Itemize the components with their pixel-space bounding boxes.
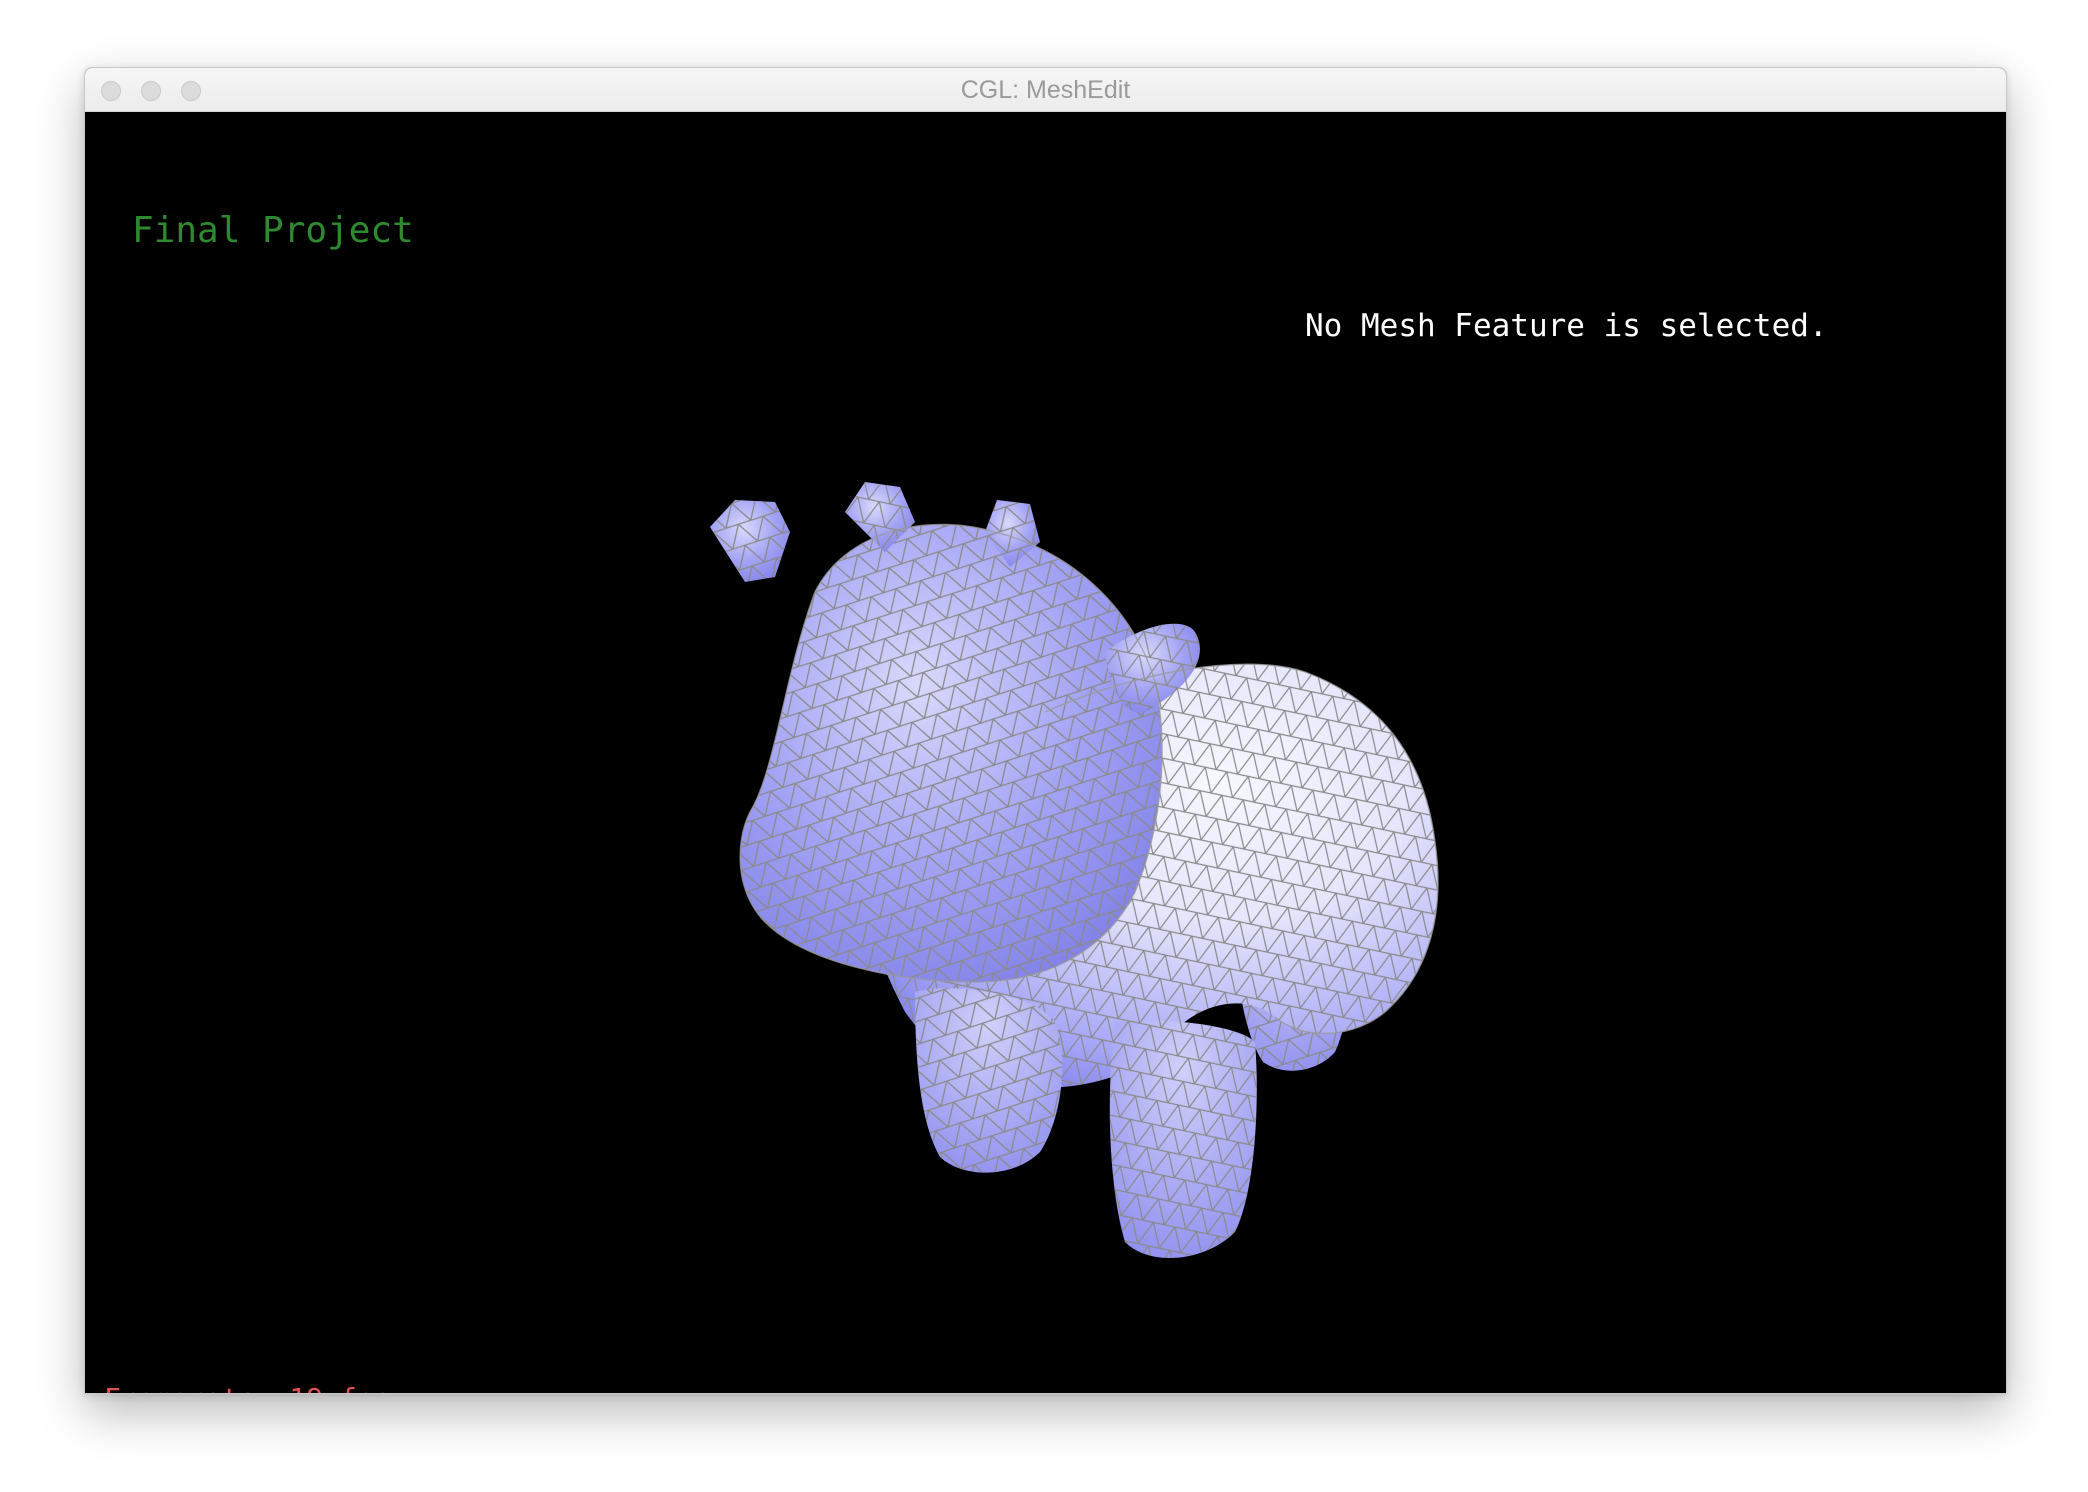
front-leg-left [915, 988, 1063, 1173]
front-leg-right [1109, 1020, 1257, 1259]
window-title: CGL: MeshEdit [960, 76, 1131, 104]
cow-head [740, 524, 1163, 982]
project-title: Final Project [132, 210, 414, 251]
selection-status: No Mesh Feature is selected. [1305, 308, 1828, 344]
framerate-counter: Framerate: 19 fps [104, 1382, 391, 1393]
title-bar[interactable]: CGL: MeshEdit [85, 68, 2006, 112]
app-window: CGL: MeshEdit Final Project No Mesh Feat… [84, 67, 2007, 1394]
render-viewport[interactable]: Final Project No Mesh Feature is selecte… [85, 112, 2006, 1393]
cow-mesh-render[interactable] [85, 112, 2006, 1393]
